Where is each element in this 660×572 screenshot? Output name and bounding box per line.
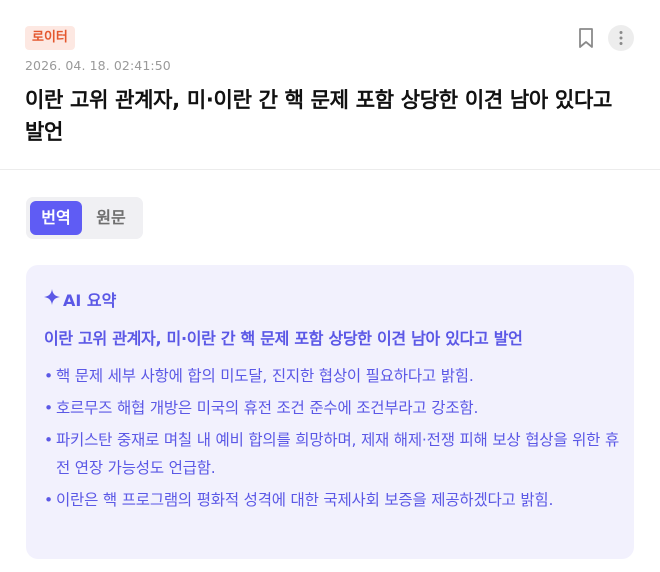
sparkle-icon <box>44 289 63 309</box>
ai-summary-label: AI 요약 <box>44 287 116 311</box>
summary-bullet: • 파키스탄 중재로 며칠 내 예비 합의를 희망하며, 제재 해제·전쟁 피해 … <box>44 431 620 477</box>
summary-bullet-text: 이란은 핵 프로그램의 평화적 성격에 대한 국제사회 보증을 제공하겠다고 밝… <box>56 491 554 509</box>
summary-title: 이란 고위 관계자, 미·이란 간 핵 문제 포함 상당한 이견 남아 있다고 … <box>44 329 523 348</box>
summary-bullets: • 핵 문제 세부 사항에 합의 미도달, 진지한 협상이 필요하다고 밝힘. •… <box>44 362 624 518</box>
summary-bullet: • 핵 문제 세부 사항에 합의 미도달, 진지한 협상이 필요하다고 밝힘. <box>44 367 474 385</box>
summary-bullet-text: 호르무즈 해협 개방은 미국의 휴전 조건 준수에 조건부라고 강조함. <box>56 399 479 417</box>
timestamp: 2026. 04. 18. 02:41:50 <box>25 58 171 73</box>
article-header: 로이터 2026. 04. 18. 02:41:50 이란 고위 관계자, 미·… <box>0 0 660 170</box>
translated-tab[interactable]: 번역 <box>30 201 82 235</box>
bookmark-icon[interactable] <box>576 26 596 50</box>
summary-bullet-text: 핵 문제 세부 사항에 합의 미도달, 진지한 협상이 필요하다고 밝힘. <box>56 367 474 385</box>
original-tab[interactable]: 원문 <box>84 201 138 235</box>
article-title: 이란 고위 관계자, 미·이란 간 핵 문제 포함 상당한 이견 남아 있다고 … <box>25 88 612 144</box>
ai-summary-box: AI 요약 이란 고위 관계자, 미·이란 간 핵 문제 포함 상당한 이견 남… <box>26 265 634 559</box>
source-badge[interactable]: 로이터 <box>25 26 75 50</box>
translation-toggle: 번역 원문 <box>26 197 143 239</box>
more-vertical-icon[interactable] <box>608 25 634 51</box>
summary-bullet-text: 파키스탄 중재로 며칠 내 예비 합의를 희망하며, 제재 해제·전쟁 피해 보… <box>56 431 620 477</box>
summary-bullet: • 이란은 핵 프로그램의 평화적 성격에 대한 국제사회 보증을 제공하겠다고 … <box>44 491 554 509</box>
summary-bullet: • 호르무즈 해협 개방은 미국의 휴전 조건 준수에 조건부라고 강조함. <box>44 399 479 417</box>
ai-summary-label-text: AI 요약 <box>63 291 117 310</box>
article-content: 번역 원문 AI 요약 이란 고위 관계자, 미·이란 간 핵 문제 포함 상당… <box>0 171 660 572</box>
